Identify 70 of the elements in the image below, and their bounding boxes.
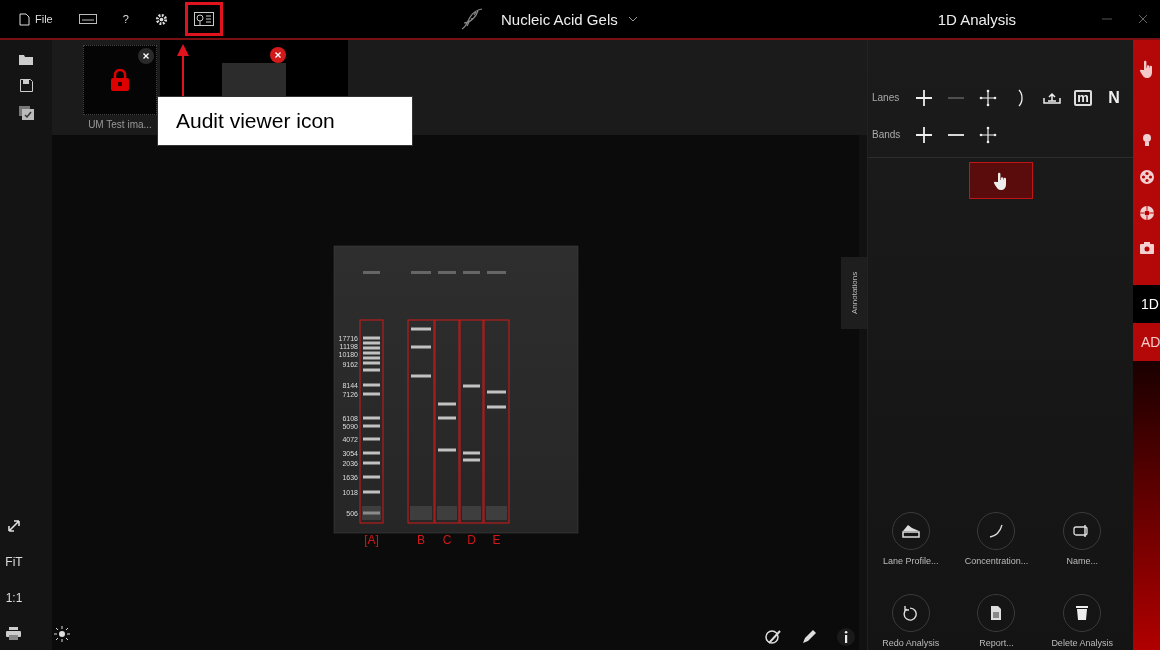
add-tool-button[interactable] [914,87,934,108]
action-label: Lane Profile... [883,556,939,566]
image-thumbnail[interactable] [83,45,157,115]
action-label: Report... [979,638,1014,648]
settings-icon [154,12,168,26]
lane-frame[interactable] [459,319,483,523]
marker-tool-button[interactable]: m [1074,89,1092,106]
document-icon [19,12,30,26]
hand-pointer-icon[interactable] [1139,60,1154,78]
lane-label: [A] [363,532,379,547]
move-icon [979,125,997,144]
audit-viewer-tooltip: Audit viewer icon [157,96,413,146]
fit-button[interactable]: FiT [5,555,23,569]
action-label: Concentration... [964,556,1029,566]
lanes-label: Lanes [872,92,901,103]
brightness-icon[interactable] [54,626,70,642]
info-icon[interactable] [837,628,855,646]
lock-icon [110,69,130,91]
lane-label: D [466,532,476,547]
normalize-tool-button[interactable]: N [1104,87,1124,108]
keyboard-icon [78,14,97,24]
redo-icon [901,605,920,621]
side-tab[interactable]: 1D [1133,285,1160,323]
camera-icon[interactable] [1139,242,1154,254]
lane-frame[interactable] [407,319,434,523]
help-button[interactable]: ? [113,2,138,36]
minus-icon [947,133,965,136]
pencil-icon[interactable] [801,629,817,645]
print-icon[interactable] [6,627,22,640]
curve-icon [1016,88,1024,107]
select-tool-button[interactable] [968,162,1033,199]
thumbnail-label: UM Test ima... [88,119,152,130]
lane-label: C [442,532,451,547]
bands-label: Bands [872,129,902,140]
lane-frame[interactable] [434,319,459,523]
move-icon [979,88,997,107]
side-tab[interactable]: AD [1133,323,1160,361]
film-reel-icon[interactable] [1139,170,1154,184]
plus-icon [915,88,933,107]
action-label: Name... [1066,556,1098,566]
callout-arrow-tooltip [176,44,190,96]
close-icon[interactable] [138,48,154,64]
chevron-down-icon [627,16,638,22]
lane-frame[interactable] [359,319,383,523]
app-selector[interactable]: Nucleic Acid Gels [501,10,638,28]
aperture-icon[interactable] [1139,206,1154,220]
move-tool-button[interactable] [978,87,998,108]
thumbnail-slot[interactable]: UM Test ima... [80,40,160,135]
expand-icon[interactable] [7,519,21,533]
folder-icon[interactable] [19,54,33,65]
profile-icon [901,523,920,539]
action-label: Redo Analysis [882,638,940,648]
hand-pointer-icon [993,171,1008,190]
add-tool-button[interactable] [914,124,934,145]
file-menu[interactable]: File [10,2,62,36]
audit-viewer-icon [193,12,214,26]
dna-icon [459,6,485,32]
audit-viewer-button[interactable] [184,2,223,36]
move-tool-button[interactable] [978,124,998,145]
close-icon[interactable] [270,47,286,63]
actual-size-button[interactable]: 1:1 [5,591,23,605]
action-label: Delete Analysis [1051,638,1113,648]
save-icon[interactable] [19,79,33,92]
lane-label: B [416,532,425,547]
stack-check-icon[interactable] [18,106,34,120]
view-title: 1D Analysis [937,10,1016,28]
plus-icon [915,125,933,144]
minus-icon [947,96,965,99]
lane-label: E [492,532,500,547]
annotations-tab[interactable]: Annotations [841,257,867,329]
